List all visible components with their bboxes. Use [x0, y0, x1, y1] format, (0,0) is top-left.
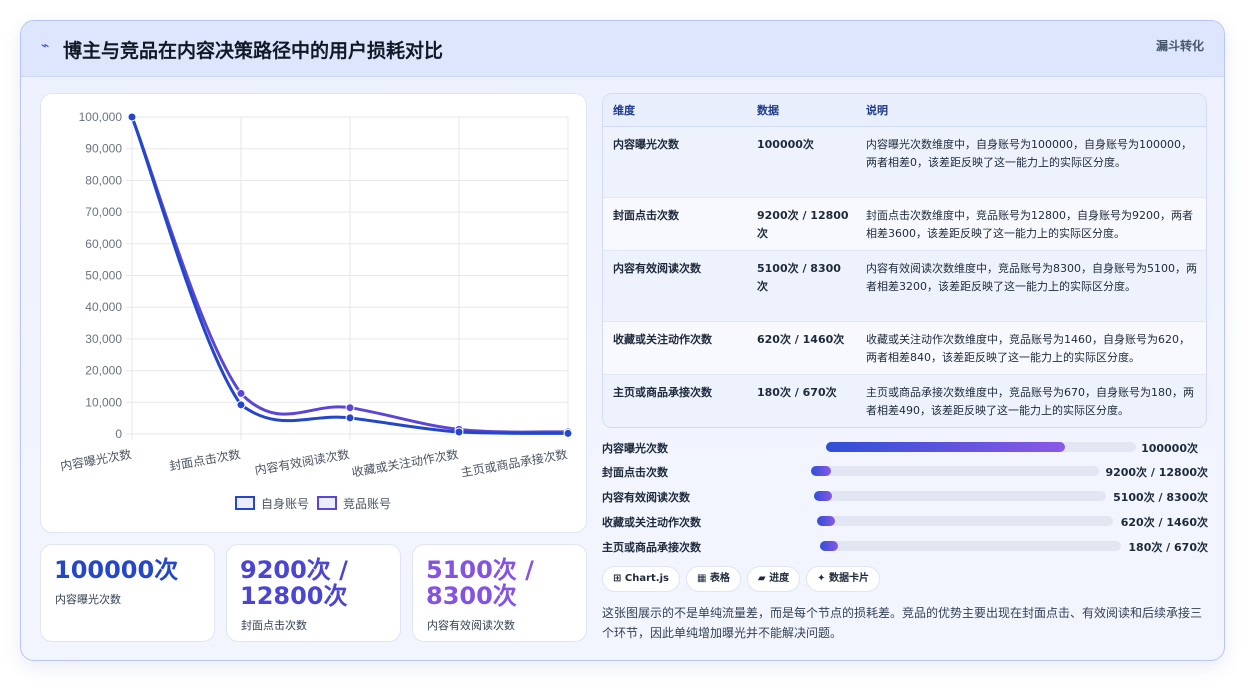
progress-value: 620次 / 1460次: [1120, 516, 1208, 529]
progress-value: 100000次: [1141, 442, 1198, 455]
cell-data: 5100次 / 8300次: [747, 250, 856, 322]
legend-label: 自身账号: [261, 496, 309, 511]
y-tick-label: 30,000: [85, 332, 122, 346]
progress-track: [826, 442, 1136, 452]
progress-fill: [826, 442, 1065, 452]
progress-track: [820, 541, 1121, 551]
progress-fill: [817, 516, 835, 526]
cell-description: 内容曝光次数维度中，自身账号为100000，自身账号为100000，两者相差0，…: [856, 126, 1206, 198]
data-table-panel: 维度 数据 说明 内容曝光次数 100000次 内容曝光次数维度中，自身账号为1…: [602, 93, 1207, 428]
progress-track: [817, 516, 1113, 526]
column-header: 说明: [856, 94, 1206, 127]
y-tick-label: 50,000: [85, 269, 122, 283]
cell-description: 封面点击次数维度中，竞品账号为12800，自身账号为9200，两者相差3600，…: [856, 197, 1206, 251]
kpi-value: 5100次 / 8300次: [426, 556, 534, 610]
cell-description: 主页或商品承接次数维度中，竞品账号为670，自身账号为180，两者相差490，该…: [856, 374, 1206, 427]
progress-row: 内容有效阅读次数 5100次 / 8300次: [602, 486, 1208, 506]
progress-value: 180次 / 670次: [1128, 541, 1208, 554]
tech-chips: ⊞ Chart.js ▦ 表格 ▰ 进度 ✦ 数据卡片: [602, 566, 886, 592]
cell-dimension: 封面点击次数: [603, 197, 747, 251]
cell-description: 内容有效阅读次数维度中，竞品账号为8300，自身账号为5100，两者相差3200…: [856, 250, 1206, 322]
data-point: [563, 428, 573, 438]
column-header: 维度: [603, 94, 747, 127]
cell-dimension: 主页或商品承接次数: [603, 374, 747, 427]
y-tick-label: 80,000: [85, 173, 122, 187]
kpi-label: 内容有效阅读次数: [427, 619, 515, 632]
table-row: 主页或商品承接次数 180次 / 670次 主页或商品承接次数维度中，竞品账号为…: [603, 374, 1206, 427]
y-tick-label: 40,000: [85, 300, 122, 314]
kpi-value: 9200次 / 12800次: [240, 556, 348, 610]
trend-icon: ⌁: [41, 38, 50, 54]
table-row: 封面点击次数 9200次 / 12800次 封面点击次数维度中，竞品账号为128…: [603, 197, 1206, 251]
data-point: [127, 112, 137, 122]
progress-label: 内容曝光次数: [602, 442, 668, 455]
cell-dimension: 内容有效阅读次数: [603, 250, 747, 322]
progress-label: 收藏或关注动作次数: [602, 516, 701, 529]
progress-row: 内容曝光次数 100000次: [602, 437, 1208, 457]
progress-fill: [814, 491, 832, 501]
kpi-card-click: 9200次 / 12800次 封面点击次数: [226, 544, 401, 642]
progress-label: 主页或商品承接次数: [602, 541, 701, 554]
y-tick-label: 90,000: [85, 142, 122, 156]
chip-table[interactable]: ▦ 表格: [685, 566, 741, 592]
cell-dimension: 收藏或关注动作次数: [603, 321, 747, 375]
data-point: [345, 413, 355, 423]
kpi-label: 封面点击次数: [241, 619, 307, 632]
x-tick-label: 内容有效阅读次数: [253, 446, 350, 477]
table-row: 收藏或关注动作次数 620次 / 1460次 收藏或关注动作次数维度中，竞品账号…: [603, 321, 1206, 375]
progress-fill: [820, 541, 839, 551]
table-row: 内容有效阅读次数 5100次 / 8300次 内容有效阅读次数维度中，竞品账号为…: [603, 250, 1206, 322]
cell-description: 收藏或关注动作次数维度中，竞品账号为1460，自身账号为620，两者相差840，…: [856, 321, 1206, 375]
line-chart-panel: 0 10,000 20,000 30,000 40,000 50,000 60,000 70,…: [40, 93, 587, 533]
progress-value: 9200次 / 12800次: [1105, 466, 1208, 479]
data-point: [345, 403, 355, 413]
kpi-label: 内容曝光次数: [55, 593, 121, 606]
progress-track: [814, 491, 1106, 501]
progress-value: 5100次 / 8300次: [1113, 491, 1208, 504]
column-header: 数据: [747, 94, 856, 127]
kpi-value: 100000次: [54, 556, 179, 584]
legend-swatch: [235, 496, 255, 510]
cell-dimension: 内容曝光次数: [603, 126, 747, 198]
line-chart: 0 10,000 20,000 30,000 40,000 50,000 60,000 70,…: [59, 110, 573, 511]
data-point: [236, 388, 246, 398]
legend-swatch: [317, 496, 337, 510]
y-tick-label: 0: [115, 427, 122, 441]
chip-progress[interactable]: ▰ 进度: [746, 566, 801, 592]
progress-track: [811, 466, 1099, 476]
header-bar: ⌁ 博主与竞品在内容决策路径中的用户损耗对比 漏斗转化: [21, 21, 1224, 77]
progress-label: 封面点击次数: [602, 466, 668, 479]
chip-chartjs[interactable]: ⊞ Chart.js: [602, 566, 680, 592]
cell-data: 180次 / 670次: [747, 374, 856, 427]
progress-row: 主页或商品承接次数 180次 / 670次: [602, 536, 1208, 556]
y-tick-label: 20,000: [85, 364, 122, 378]
y-tick-label: 70,000: [85, 205, 122, 219]
data-point: [454, 427, 464, 437]
y-tick-label: 100,000: [79, 110, 123, 124]
data-point: [236, 400, 246, 410]
x-tick-label: 封面点击次数: [168, 446, 242, 473]
data-table: 维度 数据 说明 内容曝光次数 100000次 内容曝光次数维度中，自身账号为1…: [603, 94, 1206, 427]
legend-label: 竞品账号: [343, 497, 391, 511]
page-title: 博主与竞品在内容决策路径中的用户损耗对比: [63, 40, 444, 62]
x-tick-label: 主页或商品承接次数: [460, 446, 569, 480]
x-tick-label: 内容曝光次数: [59, 446, 133, 473]
table-row: 内容曝光次数 100000次 内容曝光次数维度中，自身账号为100000，自身账…: [603, 126, 1206, 198]
x-tick-label: 收藏或关注动作次数: [351, 446, 460, 480]
chip-data-card[interactable]: ✦ 数据卡片: [806, 566, 880, 592]
summary-note: 这张图展示的不是单纯流量差，而是每个节点的损耗差。竞品的优势主要出现在封面点击、…: [602, 606, 1203, 640]
cell-data: 620次 / 1460次: [747, 321, 856, 375]
category-tag: 漏斗转化: [1155, 39, 1204, 53]
progress-label: 内容有效阅读次数: [602, 491, 690, 504]
cell-data: 9200次 / 12800次: [747, 197, 856, 251]
kpi-card-read: 5100次 / 8300次 内容有效阅读次数: [412, 544, 587, 642]
y-tick-label: 10,000: [85, 395, 122, 409]
progress-row: 封面点击次数 9200次 / 12800次: [602, 461, 1208, 481]
progress-row: 收藏或关注动作次数 620次 / 1460次: [602, 511, 1208, 531]
y-tick-label: 60,000: [85, 237, 122, 251]
dashboard-card: ⌁ 博主与竞品在内容决策路径中的用户损耗对比 漏斗转化 0 10,000 20,00…: [20, 20, 1225, 661]
progress-fill: [811, 466, 832, 476]
cell-data: 100000次: [747, 126, 856, 198]
kpi-card-exposure: 100000次 内容曝光次数: [40, 544, 215, 642]
